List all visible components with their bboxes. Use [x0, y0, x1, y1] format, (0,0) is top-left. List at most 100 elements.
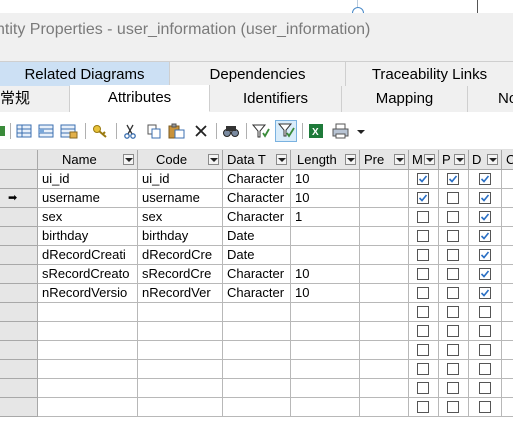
chevron-down-icon[interactable]: [345, 154, 356, 165]
cell-type[interactable]: [223, 303, 291, 322]
dropdown-arrow-icon[interactable]: [356, 123, 366, 139]
row-header[interactable]: [0, 341, 38, 360]
cell-name[interactable]: dRecordCreati: [38, 246, 138, 265]
cell-code[interactable]: sRecordCre: [138, 265, 223, 284]
checkbox-p[interactable]: [447, 363, 459, 375]
cell-c[interactable]: [502, 303, 513, 322]
cell-type[interactable]: Date: [223, 227, 291, 246]
excel-export-icon[interactable]: X: [308, 123, 324, 139]
cell-c[interactable]: [502, 265, 513, 284]
cell-name[interactable]: username: [38, 189, 138, 208]
checkbox-m[interactable]: [417, 173, 429, 185]
cell-c[interactable]: [502, 341, 513, 360]
cell-code[interactable]: [138, 303, 223, 322]
checkbox-d[interactable]: [479, 344, 491, 356]
column-header-length[interactable]: Length: [291, 150, 360, 170]
cell-type[interactable]: Character: [223, 170, 291, 189]
cell-length[interactable]: [291, 227, 360, 246]
checkbox-d[interactable]: [479, 325, 491, 337]
cell-name[interactable]: sex: [38, 208, 138, 227]
empty-table-row[interactable]: [0, 322, 513, 341]
checkbox-m[interactable]: [417, 401, 429, 413]
checkbox-p[interactable]: [447, 211, 459, 223]
row-header[interactable]: [0, 246, 38, 265]
column-header-displayed[interactable]: D: [469, 150, 502, 170]
cell-length[interactable]: [291, 360, 360, 379]
checkbox-d[interactable]: [479, 230, 491, 242]
cell-code[interactable]: [138, 379, 223, 398]
cell-code[interactable]: dRecordCre: [138, 246, 223, 265]
cell-c[interactable]: [502, 360, 513, 379]
cell-type[interactable]: [223, 341, 291, 360]
filter-icon[interactable]: [251, 123, 270, 139]
cell-type[interactable]: Character: [223, 189, 291, 208]
cell-code[interactable]: nRecordVer: [138, 284, 223, 303]
cell-length[interactable]: [291, 246, 360, 265]
row-header[interactable]: [0, 208, 38, 227]
cell-code[interactable]: username: [138, 189, 223, 208]
empty-table-row[interactable]: [0, 398, 513, 417]
checkbox-p[interactable]: [447, 173, 459, 185]
cell-pre[interactable]: [360, 246, 409, 265]
cell-length[interactable]: 10: [291, 170, 360, 189]
cell-c[interactable]: [502, 208, 513, 227]
checkbox-d[interactable]: [479, 192, 491, 204]
cell-name[interactable]: nRecordVersio: [38, 284, 138, 303]
checkbox-p[interactable]: [447, 325, 459, 337]
cell-c[interactable]: [502, 227, 513, 246]
table-row[interactable]: sRecordCreato sRecordCre Character 10: [0, 265, 513, 284]
paste-icon[interactable]: [168, 123, 186, 139]
insert-row-icon[interactable]: [16, 123, 32, 139]
cell-c[interactable]: [502, 284, 513, 303]
cell-name[interactable]: [38, 398, 138, 417]
table-row[interactable]: sex sex Character 1: [0, 208, 513, 227]
cell-type[interactable]: Character: [223, 284, 291, 303]
row-header[interactable]: [0, 360, 38, 379]
chevron-down-icon[interactable]: [208, 154, 219, 165]
tab-traceability-links[interactable]: Traceability Links: [346, 62, 513, 87]
checkbox-m[interactable]: [417, 211, 429, 223]
checkbox-p[interactable]: [447, 230, 459, 242]
cell-name[interactable]: [38, 360, 138, 379]
checkbox-m[interactable]: [417, 344, 429, 356]
key-icon[interactable]: [92, 123, 108, 139]
cell-name[interactable]: [38, 379, 138, 398]
cell-length[interactable]: [291, 379, 360, 398]
column-header-name[interactable]: Name: [38, 150, 138, 170]
checkbox-m[interactable]: [417, 306, 429, 318]
delete-icon[interactable]: [193, 123, 209, 139]
cell-length[interactable]: 10: [291, 284, 360, 303]
checkbox-m[interactable]: [417, 325, 429, 337]
cell-c[interactable]: [502, 322, 513, 341]
checkbox-d[interactable]: [479, 363, 491, 375]
cell-name[interactable]: [38, 341, 138, 360]
cell-length[interactable]: [291, 398, 360, 417]
cell-length[interactable]: [291, 322, 360, 341]
column-header-precision[interactable]: Pre: [360, 150, 409, 170]
empty-table-row[interactable]: [0, 341, 513, 360]
cell-type[interactable]: Date: [223, 246, 291, 265]
add-attributes-icon[interactable]: [38, 123, 54, 139]
row-header[interactable]: [0, 227, 38, 246]
cell-c[interactable]: [502, 246, 513, 265]
cell-name[interactable]: birthday: [38, 227, 138, 246]
print-icon[interactable]: [332, 123, 350, 139]
checkbox-d[interactable]: [479, 268, 491, 280]
checkbox-p[interactable]: [447, 306, 459, 318]
checkbox-d[interactable]: [479, 287, 491, 299]
row-header[interactable]: [0, 322, 38, 341]
checkbox-d[interactable]: [479, 382, 491, 394]
cell-code[interactable]: birthday: [138, 227, 223, 246]
table-row[interactable]: birthday birthday Date: [0, 227, 513, 246]
checkbox-m[interactable]: [417, 268, 429, 280]
cell-length[interactable]: 10: [291, 265, 360, 284]
checkbox-d[interactable]: [479, 306, 491, 318]
cut-icon[interactable]: [122, 123, 138, 139]
checkbox-m[interactable]: [417, 192, 429, 204]
cell-c[interactable]: [502, 170, 513, 189]
cell-pre[interactable]: [360, 303, 409, 322]
chevron-down-icon[interactable]: [123, 154, 134, 165]
add-row-icon[interactable]: [0, 123, 6, 139]
cell-pre[interactable]: [360, 398, 409, 417]
checkbox-p[interactable]: [447, 287, 459, 299]
